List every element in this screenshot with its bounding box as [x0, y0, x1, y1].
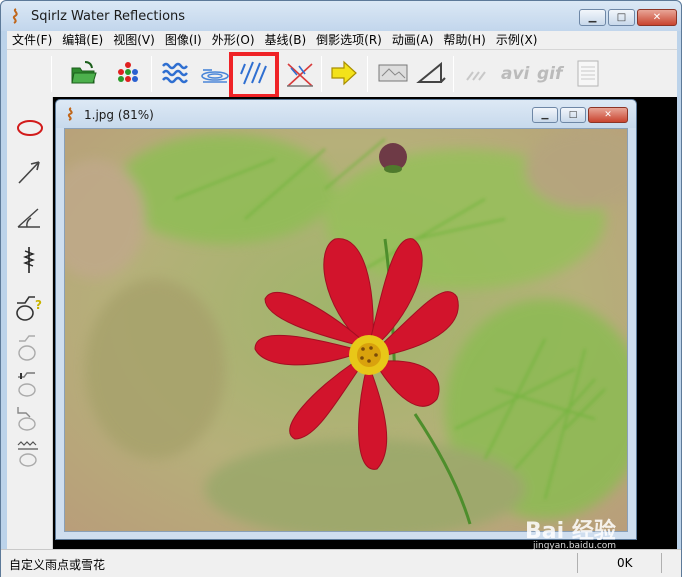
menu-reflection-options[interactable]: 倒影选项(R) — [311, 31, 387, 49]
status-divider — [661, 553, 662, 573]
reflection-tool-3[interactable] — [13, 369, 47, 399]
toolbar-separator — [367, 56, 368, 92]
toolbar-separator — [151, 56, 152, 92]
status-bar: 自定义雨点或雪花 0K — [1, 549, 681, 577]
arrow-right-icon — [331, 60, 357, 86]
reflection-tool-4-icon — [17, 407, 36, 431]
document-window: 1.jpg (81%) ▁ □ ✕ — [55, 99, 637, 540]
open-folder-icon — [71, 61, 97, 84]
color-dots-icon — [118, 62, 138, 82]
menu-examples[interactable]: 示例(X) — [491, 31, 543, 49]
ripple-waves-icon — [162, 62, 188, 84]
status-divider — [577, 553, 578, 573]
gif-export-icon[interactable]: gif — [537, 64, 562, 84]
avi-export-icon[interactable]: avi — [501, 64, 529, 84]
watermark-url: jingyan.baidu.com — [533, 541, 617, 551]
document-minimize-button[interactable]: ▁ — [532, 107, 558, 123]
ellipse-ripple-icon — [201, 69, 229, 83]
baseline-tool-icon — [23, 247, 35, 273]
svg-text:?: ? — [35, 298, 42, 312]
document-title: 1.jpg (81%) — [84, 108, 154, 122]
menu-edit[interactable]: 编辑(E) — [57, 31, 108, 49]
document-maximize-button[interactable]: □ — [560, 107, 586, 123]
status-size: 0K — [617, 556, 633, 570]
close-icon: ✕ — [652, 12, 662, 23]
reflection-tool-3-icon — [18, 372, 36, 397]
ellipse-tool[interactable] — [13, 113, 47, 143]
menu-file[interactable]: 文件(F) — [7, 31, 57, 49]
maximize-button[interactable]: □ — [608, 9, 635, 26]
next-button[interactable] — [327, 58, 361, 88]
mask-button[interactable] — [283, 58, 317, 88]
reflection-tool-5-icon — [17, 441, 38, 467]
ripple-button[interactable] — [159, 58, 193, 88]
wind-lines-icon — [466, 71, 486, 81]
app-logo-icon — [12, 8, 18, 24]
reflection-question-icon: ? — [16, 296, 42, 321]
toolbar: avi gif — [7, 49, 677, 98]
minimize-button[interactable]: ▁ — [579, 9, 606, 26]
reflection-tool-5[interactable] — [13, 439, 47, 469]
menu-baseline[interactable]: 基线(B) — [260, 31, 312, 49]
left-tool-strip: ? — [7, 97, 53, 549]
arrow-tool-icon — [18, 161, 40, 184]
arrow-tool[interactable] — [13, 157, 47, 187]
reflection-tool-2-icon — [18, 335, 36, 361]
menu-view[interactable]: 视图(V) — [108, 31, 160, 49]
menu-bar: 文件(F) 编辑(E) 视图(V) 图像(I) 外形(O) 基线(B) 倒影选项… — [7, 31, 677, 49]
color-picker-button[interactable] — [111, 58, 145, 88]
ellipse-ripple-button[interactable] — [197, 58, 231, 88]
perspective-button[interactable] — [413, 58, 447, 88]
toolbar-separator — [321, 56, 322, 92]
angle-tool-icon — [17, 208, 40, 228]
page-button[interactable] — [573, 58, 607, 88]
menu-shape[interactable]: 外形(O) — [207, 31, 260, 49]
image-frame-icon — [378, 64, 408, 82]
toolbar-separator — [453, 56, 454, 92]
document-close-button[interactable]: ✕ — [588, 107, 628, 123]
wind-button[interactable] — [461, 58, 495, 88]
close-icon: ✕ — [604, 110, 612, 120]
reflection-help-tool[interactable]: ? — [13, 293, 47, 323]
title-bar[interactable]: Sqirlz Water Reflections ▁ □ ✕ — [1, 1, 681, 31]
baseline-tool[interactable] — [13, 245, 47, 275]
app-window: Sqirlz Water Reflections ▁ □ ✕ 文件(F) 编辑(… — [0, 0, 682, 577]
minimize-icon: ▁ — [588, 12, 597, 23]
photo-canvas[interactable] — [64, 128, 628, 532]
reflection-tool-4[interactable] — [13, 403, 47, 433]
ellipse-tool-icon — [17, 120, 43, 136]
triangle-ruler-icon — [416, 61, 446, 83]
close-button[interactable]: ✕ — [637, 9, 677, 26]
menu-help[interactable]: 帮助(H) — [438, 31, 490, 49]
mask-cross-icon — [287, 63, 313, 87]
menu-animation[interactable]: 动画(A) — [387, 31, 439, 49]
window-title: Sqirlz Water Reflections — [31, 9, 186, 24]
angle-tool[interactable] — [13, 201, 47, 231]
document-title-bar[interactable]: 1.jpg (81%) ▁ □ ✕ — [56, 100, 636, 128]
open-button[interactable] — [67, 58, 101, 88]
menu-image[interactable]: 图像(I) — [160, 31, 207, 49]
reflection-tool-2[interactable] — [13, 333, 47, 363]
maximize-icon: □ — [616, 12, 627, 23]
document-logo-icon — [67, 107, 73, 121]
flower-photo — [65, 129, 627, 531]
minimize-icon: ▁ — [541, 110, 549, 120]
page-icon — [577, 60, 599, 87]
status-message: 自定义雨点或雪花 — [9, 558, 106, 572]
toolbar-separator — [51, 56, 52, 92]
maximize-icon: □ — [568, 110, 578, 120]
highlight-box — [229, 52, 279, 98]
frame-button[interactable] — [375, 58, 409, 88]
